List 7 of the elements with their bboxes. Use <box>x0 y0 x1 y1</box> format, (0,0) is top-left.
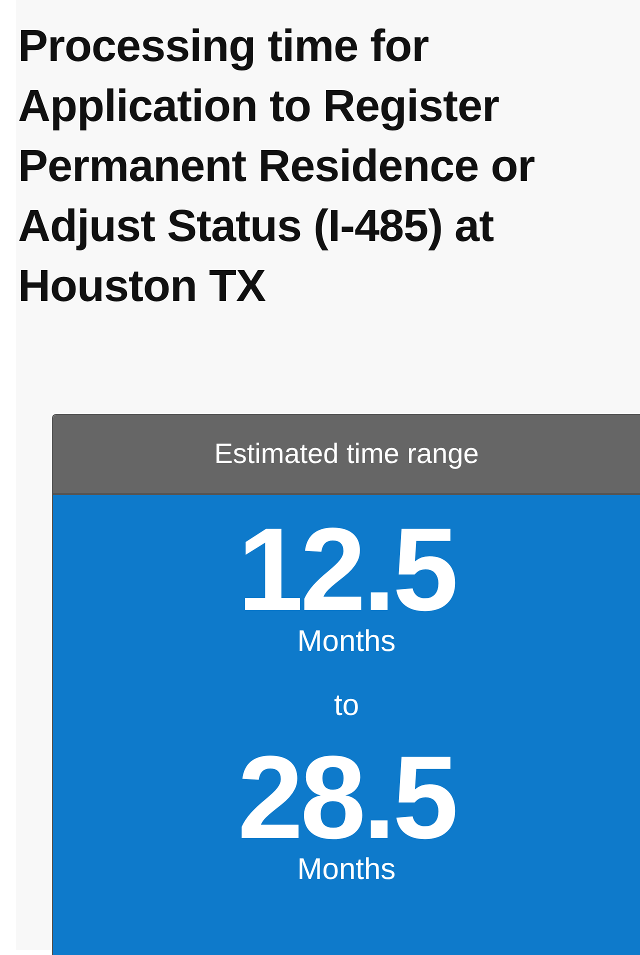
card-header: Estimated time range <box>53 415 640 495</box>
separator-text: to <box>334 689 360 723</box>
unit-label: Months <box>297 625 396 659</box>
page-title: Processing time for Application to Register Permanent Residence or Adjust Status (I-485) at Houston TX <box>18 19 536 313</box>
high-estimate: 28.5 <box>238 743 456 853</box>
low-estimate: 12.5 <box>238 515 456 625</box>
unit-label: Months <box>297 853 396 887</box>
